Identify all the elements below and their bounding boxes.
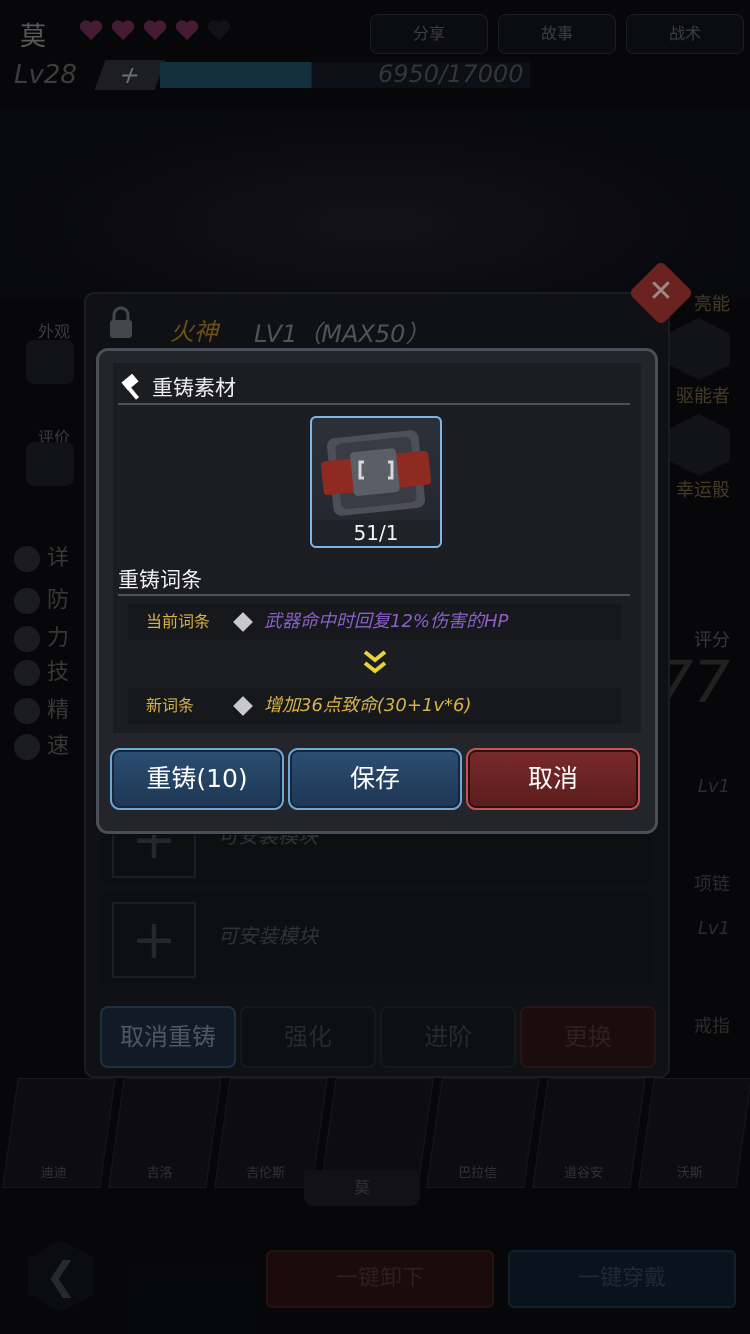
diamond-icon [233, 696, 253, 716]
material-count: 51/1 [312, 520, 440, 546]
new-affix-row: 新词条 增加36点致命(30+1v*6) [128, 688, 622, 724]
divider [118, 594, 630, 596]
new-affix-text: 增加36点致命(30+1v*6) [264, 695, 472, 716]
double-chevron-down-icon [363, 650, 387, 674]
module-chip-icon [320, 430, 432, 516]
new-affix-label: 新词条 [146, 696, 195, 715]
hammer-icon [121, 374, 140, 400]
reforge-button[interactable]: 重铸(10) [110, 748, 284, 810]
material-title: 重铸素材 [152, 376, 236, 400]
save-button[interactable]: 保存 [288, 748, 462, 810]
diamond-icon [233, 612, 253, 632]
affix-title: 重铸词条 [118, 568, 202, 592]
reforge-material[interactable]: 51/1 [310, 416, 442, 548]
current-affix-label: 当前词条 [146, 612, 211, 631]
current-affix-row: 当前词条 武器命中时回复12%伤害的HP [128, 604, 622, 640]
current-affix-text: 武器命中时回复12%伤害的HP [264, 611, 509, 632]
cancel-button[interactable]: 取消 [466, 748, 640, 810]
divider [118, 403, 630, 405]
